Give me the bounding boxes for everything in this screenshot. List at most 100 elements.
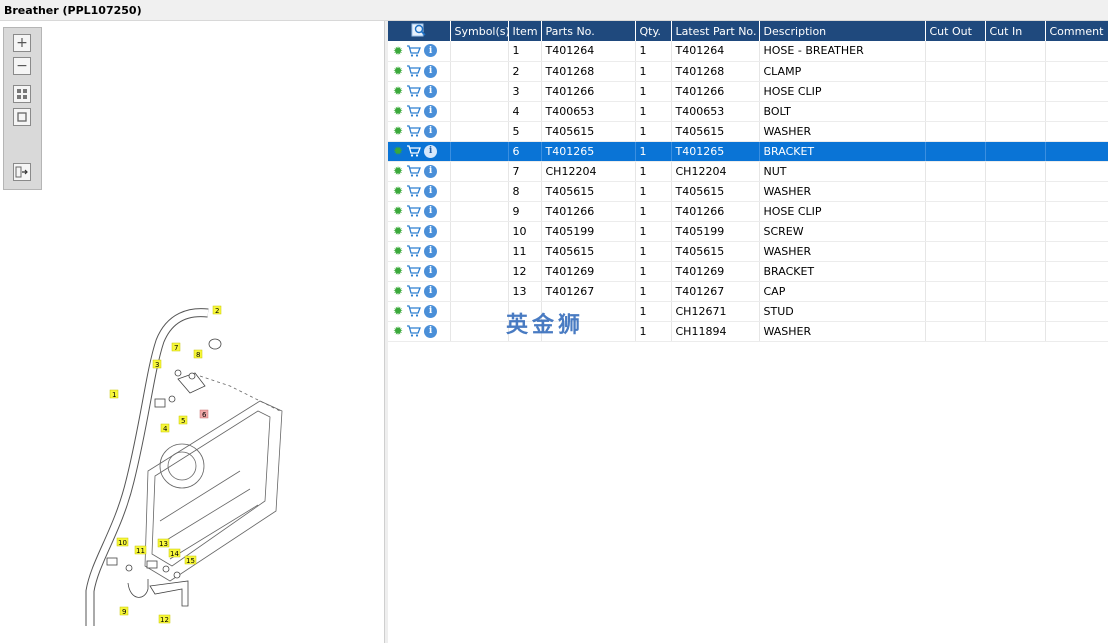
cart-icon[interactable] xyxy=(406,245,422,257)
cart-icon[interactable] xyxy=(406,185,422,197)
info-icon[interactable]: i xyxy=(424,324,438,338)
table-row[interactable]: ✹ i 4 T400653 1 T400653 BOLT xyxy=(388,101,1108,122)
cut-out-cell xyxy=(925,321,986,342)
callout-1[interactable]: 1 xyxy=(109,389,119,399)
gear-icon[interactable]: ✹ xyxy=(393,245,403,257)
export-button[interactable] xyxy=(11,162,33,182)
gear-icon[interactable]: ✹ xyxy=(393,65,403,77)
callout-4[interactable]: 4 xyxy=(160,423,170,433)
actual-size-button[interactable] xyxy=(11,107,33,127)
column-header-latest-part-no[interactable]: Latest Part No. xyxy=(671,21,760,41)
table-row[interactable]: ✹ i 13 T401267 1 T401267 CAP xyxy=(388,281,1108,302)
callout-2[interactable]: 2 xyxy=(212,305,222,315)
info-icon[interactable]: i xyxy=(424,224,438,238)
info-icon[interactable]: i xyxy=(424,64,438,78)
table-row[interactable]: ✹ i 9 T401266 1 T401266 HOSE CLIP xyxy=(388,201,1108,222)
cart-icon[interactable] xyxy=(406,285,422,297)
info-icon[interactable]: i xyxy=(424,304,438,318)
cart-icon[interactable] xyxy=(406,265,422,277)
info-icon[interactable]: i xyxy=(424,204,438,218)
table-row[interactable]: ✹ i 2 T401268 1 T401268 CLAMP xyxy=(388,61,1108,82)
parts-no-cell: T401264 xyxy=(541,41,636,62)
gear-icon[interactable]: ✹ xyxy=(393,265,403,277)
info-icon[interactable]: i xyxy=(424,124,438,138)
callout-10[interactable]: 10 xyxy=(116,537,129,547)
info-icon[interactable]: i xyxy=(424,244,438,258)
column-header-actions[interactable] xyxy=(388,21,451,41)
gear-icon[interactable]: ✹ xyxy=(393,225,403,237)
column-header-qty[interactable]: Qty. xyxy=(635,21,672,41)
info-icon[interactable]: i xyxy=(424,164,438,178)
column-header-description[interactable]: Description xyxy=(759,21,926,41)
callout-15[interactable]: 15 xyxy=(184,555,197,565)
callout-9[interactable]: 9 xyxy=(119,606,129,616)
table-row[interactable]: ✹ i 1 T401264 1 T401264 HOSE - BREATHER xyxy=(388,41,1108,62)
callout-13[interactable]: 13 xyxy=(157,538,170,548)
export-icon xyxy=(13,163,31,181)
gear-icon[interactable]: ✹ xyxy=(393,165,403,177)
callout-3[interactable]: 3 xyxy=(152,359,162,369)
column-header-item[interactable]: Item xyxy=(508,21,542,41)
gear-icon[interactable]: ✹ xyxy=(393,85,403,97)
cart-icon[interactable] xyxy=(406,85,422,97)
gear-icon[interactable]: ✹ xyxy=(393,105,403,117)
table-row[interactable]: ✹ i 11 T405615 1 T405615 WASHER xyxy=(388,241,1108,262)
callout-8[interactable]: 8 xyxy=(193,349,203,359)
column-header-cut-out[interactable]: Cut Out xyxy=(925,21,986,41)
cart-icon[interactable] xyxy=(406,145,422,157)
callout-12[interactable]: 12 xyxy=(158,614,171,624)
table-row[interactable]: ✹ i 6 T401265 1 T401265 BRACKET xyxy=(388,141,1108,162)
table-row[interactable]: ✹ i 1 CH12671 STUD xyxy=(388,301,1108,322)
info-icon[interactable]: i xyxy=(424,284,438,298)
table-row[interactable]: ✹ i 12 T401269 1 T401269 BRACKET xyxy=(388,261,1108,282)
cart-icon[interactable] xyxy=(406,305,422,317)
gear-icon[interactable]: ✹ xyxy=(393,125,403,137)
table-row[interactable]: ✹ i 1 CH11894 WASHER xyxy=(388,321,1108,342)
gear-icon[interactable]: ✹ xyxy=(393,305,403,317)
callout-11[interactable]: 11 xyxy=(134,545,147,555)
info-icon[interactable]: i xyxy=(424,184,438,198)
callout-7[interactable]: 7 xyxy=(171,342,181,352)
row-actions-cell: ✹ i xyxy=(388,221,451,242)
qty-cell: 1 xyxy=(635,121,672,142)
column-header-symbols[interactable]: Symbol(s) xyxy=(450,21,509,41)
cart-icon[interactable] xyxy=(406,125,422,137)
info-icon[interactable]: i xyxy=(424,84,438,98)
table-row[interactable]: ✹ i 7 CH12204 1 CH12204 NUT xyxy=(388,161,1108,182)
comment-cell xyxy=(1045,261,1108,282)
table-row[interactable]: ✹ i 10 T405199 1 T405199 SCREW xyxy=(388,221,1108,242)
cart-icon[interactable] xyxy=(406,45,422,57)
cart-icon[interactable] xyxy=(406,165,422,177)
gear-icon[interactable]: ✹ xyxy=(393,185,403,197)
callout-5[interactable]: 5 xyxy=(178,415,188,425)
zoom-in-button[interactable]: + xyxy=(11,33,33,53)
callout-14[interactable]: 14 xyxy=(168,548,181,558)
table-row[interactable]: ✹ i 8 T405615 1 T405615 WASHER xyxy=(388,181,1108,202)
table-row[interactable]: ✹ i 3 T401266 1 T401266 HOSE CLIP xyxy=(388,81,1108,102)
column-header-comment[interactable]: Comment xyxy=(1045,21,1108,41)
cart-icon[interactable] xyxy=(406,225,422,237)
qty-cell: 1 xyxy=(635,81,672,102)
cart-icon[interactable] xyxy=(406,65,422,77)
info-icon[interactable]: i xyxy=(424,44,438,58)
column-header-cut-in[interactable]: Cut In xyxy=(985,21,1046,41)
info-icon[interactable]: i xyxy=(424,264,438,278)
gear-icon[interactable]: ✹ xyxy=(393,205,403,217)
table-row[interactable]: ✹ i 5 T405615 1 T405615 WASHER xyxy=(388,121,1108,142)
fit-page-button[interactable] xyxy=(11,84,33,104)
svg-text:7: 7 xyxy=(174,344,178,352)
gear-icon[interactable]: ✹ xyxy=(393,325,403,337)
column-header-parts-no[interactable]: Parts No. xyxy=(541,21,636,41)
cart-icon[interactable] xyxy=(406,205,422,217)
gear-icon[interactable]: ✹ xyxy=(393,145,403,157)
cart-icon[interactable] xyxy=(406,325,422,337)
info-icon[interactable]: i xyxy=(424,144,438,158)
gear-icon[interactable]: ✹ xyxy=(393,45,403,57)
description-cell: NUT xyxy=(759,161,926,182)
cart-icon[interactable] xyxy=(406,105,422,117)
diagram-pane[interactable]: + − 1 2 3 4 5 6 7 8 9 10 11 12 13 14 15 xyxy=(0,21,385,643)
info-icon[interactable]: i xyxy=(424,104,438,118)
zoom-out-button[interactable]: − xyxy=(11,56,33,76)
callout-6[interactable]: 6 xyxy=(199,409,209,419)
gear-icon[interactable]: ✹ xyxy=(393,285,403,297)
